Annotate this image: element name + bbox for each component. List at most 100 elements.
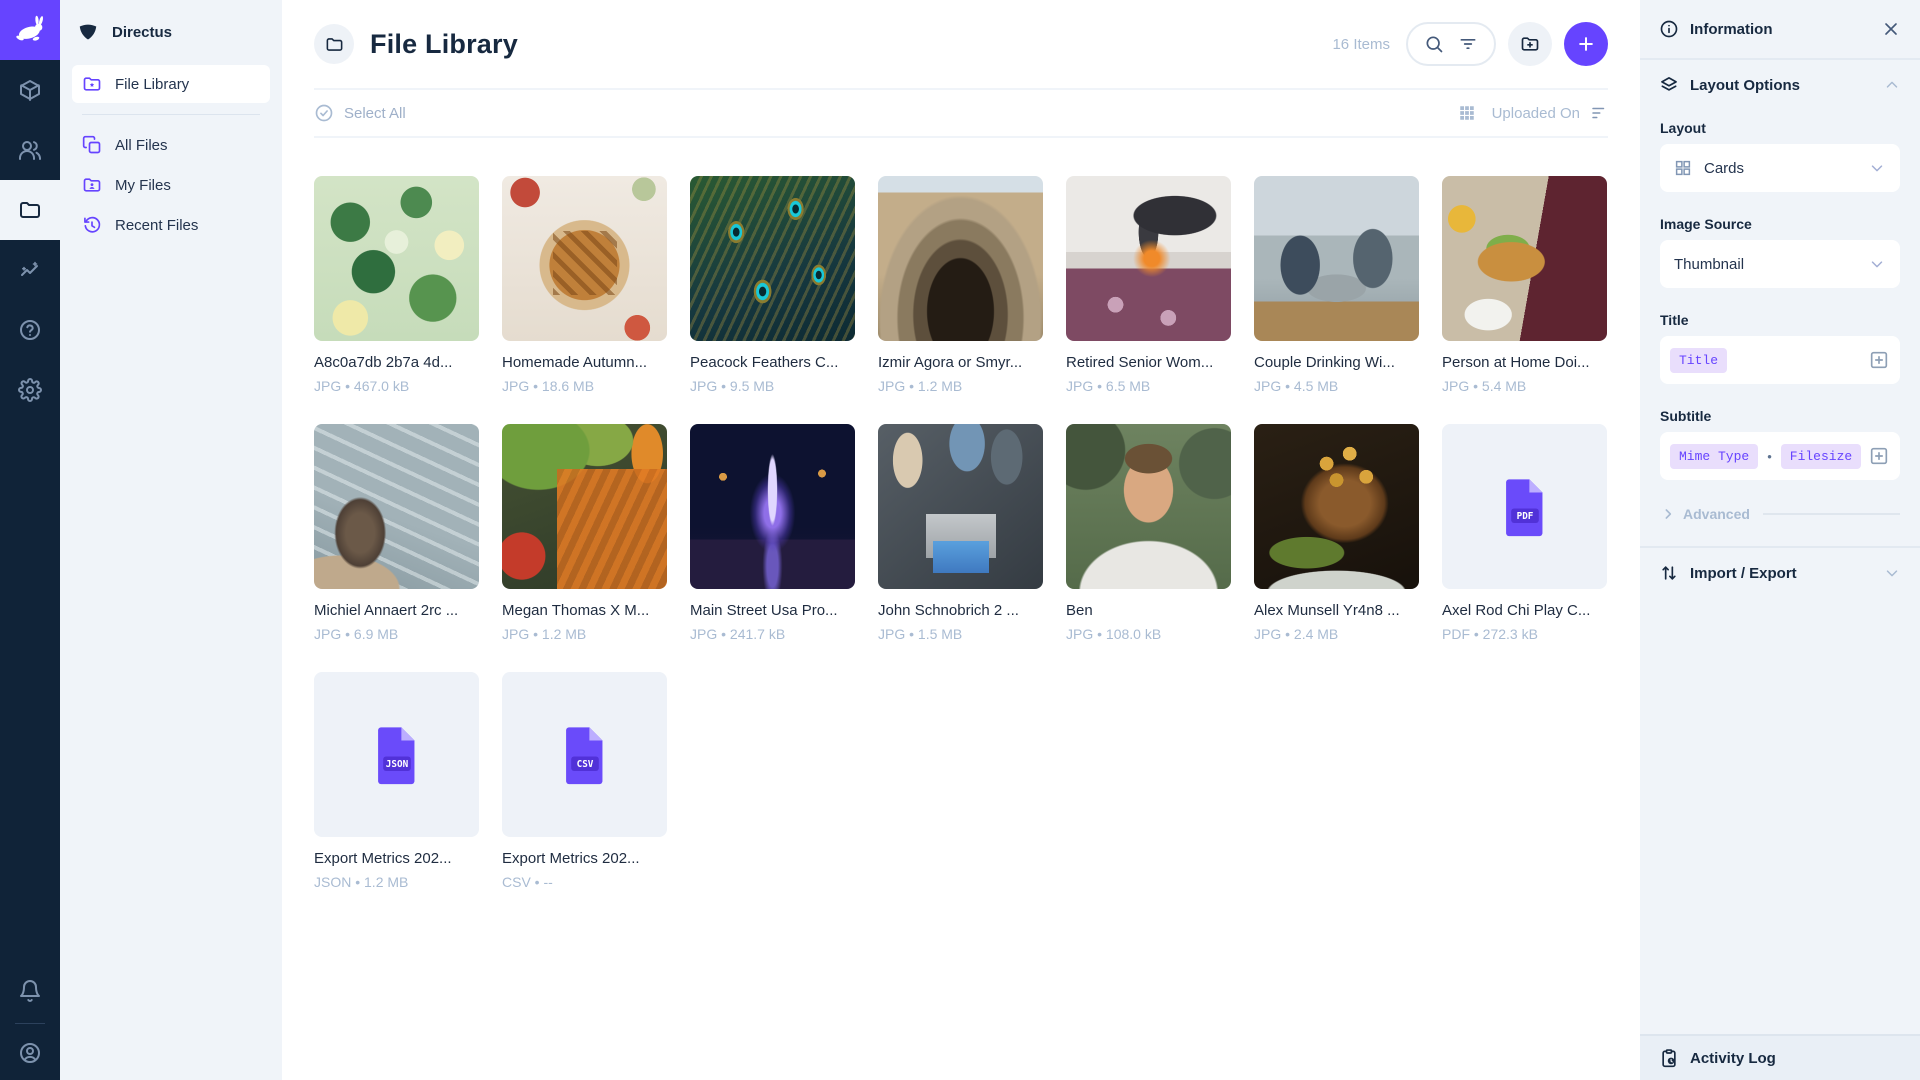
file-name: Main Street Usa Pro... [690,602,855,619]
module-users[interactable] [0,120,60,180]
csv-file-icon: CSV [553,723,617,787]
activity-log-button[interactable]: Activity Log [1640,1034,1920,1080]
file-thumbnail [502,176,667,341]
folder-plus-icon [1520,34,1540,54]
layout-field-label: Layout [1660,120,1900,136]
file-name: Retired Senior Wom... [1066,354,1231,371]
check-circle-icon [314,103,334,123]
sidebar-item-all-files[interactable]: All Files [72,126,270,164]
title-folder-button[interactable] [314,24,354,64]
cards-grid-icon [1674,159,1692,177]
file-thumbnail [314,176,479,341]
select-all-label: Select All [344,105,406,122]
file-card[interactable]: Michiel Annaert 2rc ... JPG • 6.9 MB [314,424,479,642]
file-thumbnail [878,176,1043,341]
file-browser: A8c0a7db 2b7a 4d... JPG • 467.0 kB Homem… [282,138,1640,928]
import-export-accordion[interactable]: Import / Export [1640,548,1920,598]
file-card[interactable]: Megan Thomas X M... JPG • 1.2 MB [502,424,667,642]
title-chip[interactable]: Title [1670,348,1727,373]
title-template-field[interactable]: Title [1660,336,1900,384]
file-meta: JPG • 1.2 MB [502,626,667,642]
new-folder-button[interactable] [1508,22,1552,66]
file-thumbnail [1066,176,1231,341]
close-sidebar-button[interactable] [1881,19,1901,39]
file-card[interactable]: John Schnobrich 2 ... JPG • 1.5 MB [878,424,1043,642]
file-name: Ben [1066,602,1231,619]
file-thumbnail [1254,424,1419,589]
sidebar-item-my-files[interactable]: My Files [72,166,270,204]
file-thumbnail: PDF [1442,424,1607,589]
sidebar-item-recent-files[interactable]: Recent Files [72,206,270,244]
filesize-chip[interactable]: Filesize [1781,444,1861,469]
import-export-icon [1659,563,1679,583]
info-title: Information [1690,21,1870,38]
history-icon [82,215,102,235]
file-thumbnail [1442,176,1607,341]
file-name: Megan Thomas X M... [502,602,667,619]
file-thumbnail [314,424,479,589]
activity-log-label: Activity Log [1690,1050,1776,1067]
close-icon [1881,19,1901,39]
layout-options-accordion[interactable]: Layout Options [1640,60,1920,110]
sort-field-button[interactable]: Uploaded On [1492,105,1580,122]
add-field-icon[interactable] [1868,349,1890,371]
select-all-button[interactable]: Select All [314,103,406,123]
filter-icon[interactable] [1458,34,1478,54]
info-header: Information [1640,0,1920,60]
chevron-right-icon [1660,506,1676,522]
search-filter-pill[interactable] [1406,22,1496,66]
file-card[interactable]: Ben JPG • 108.0 kB [1066,424,1231,642]
grid-layout-toggle[interactable] [1458,104,1476,122]
project-header[interactable]: Directus [60,0,282,64]
title-field-label: Title [1660,312,1900,328]
file-card[interactable]: PDF Axel Rod Chi Play C... PDF • 272.3 k… [1442,424,1607,642]
file-thumbnail [1254,176,1419,341]
notifications-button[interactable] [0,961,60,1021]
module-content[interactable] [0,60,60,120]
subtitle-template-field[interactable]: Mime Type • Filesize [1660,432,1900,480]
file-name: Homemade Autumn... [502,354,667,371]
file-card[interactable]: Homemade Autumn... JPG • 18.6 MB [502,176,667,394]
file-card[interactable]: Peacock Feathers C... JPG • 9.5 MB [690,176,855,394]
module-help[interactable] [0,300,60,360]
file-meta: JPG • 108.0 kB [1066,626,1231,642]
file-card[interactable]: A8c0a7db 2b7a 4d... JPG • 467.0 kB [314,176,479,394]
svg-text:PDF: PDF [1516,511,1533,522]
account-button[interactable] [0,1026,60,1080]
file-card[interactable]: Retired Senior Wom... JPG • 6.5 MB [1066,176,1231,394]
sidebar-item-label: All Files [115,137,168,154]
directus-logo[interactable] [0,0,60,60]
layout-select[interactable]: Cards [1660,144,1900,192]
file-card[interactable]: Person at Home Doi... JPG • 5.4 MB [1442,176,1607,394]
module-settings[interactable] [0,360,60,420]
image-source-select[interactable]: Thumbnail [1660,240,1900,288]
advanced-rule [1763,513,1900,515]
toolbar: Select All Uploaded On [282,90,1640,136]
folder-star-icon [82,74,102,94]
file-meta: JPG • 241.7 kB [690,626,855,642]
file-card[interactable]: Couple Drinking Wi... JPG • 4.5 MB [1254,176,1419,394]
mime-type-chip[interactable]: Mime Type [1670,444,1758,469]
gear-icon [18,378,42,402]
main-area: File Library 16 Items Select All [282,0,1640,1080]
page-title: File Library [370,29,518,60]
file-card[interactable]: JSON Export Metrics 202... JSON • 1.2 MB [314,672,479,890]
add-field-icon[interactable] [1868,445,1890,467]
sidebar-item-file-library[interactable]: File Library [72,65,270,103]
file-card[interactable]: Main Street Usa Pro... JPG • 241.7 kB [690,424,855,642]
add-file-button[interactable] [1564,22,1608,66]
advanced-toggle[interactable]: Advanced [1660,506,1900,522]
file-card[interactable]: Alex Munsell Yr4n8 ... JPG • 2.4 MB [1254,424,1419,642]
folder-icon [18,198,42,222]
advanced-label: Advanced [1683,506,1750,522]
layout-options-body: Layout Cards Image Source Thumbnail Titl… [1640,110,1920,546]
module-divider [15,1023,45,1024]
file-card[interactable]: Izmir Agora or Smyr... JPG • 1.2 MB [878,176,1043,394]
search-icon[interactable] [1424,34,1444,54]
file-name: Couple Drinking Wi... [1254,354,1419,371]
file-thumbnail [878,424,1043,589]
module-insights[interactable] [0,240,60,300]
sort-direction-button[interactable] [1590,104,1608,122]
file-card[interactable]: CSV Export Metrics 202... CSV • -- [502,672,667,890]
module-files[interactable] [0,180,60,240]
